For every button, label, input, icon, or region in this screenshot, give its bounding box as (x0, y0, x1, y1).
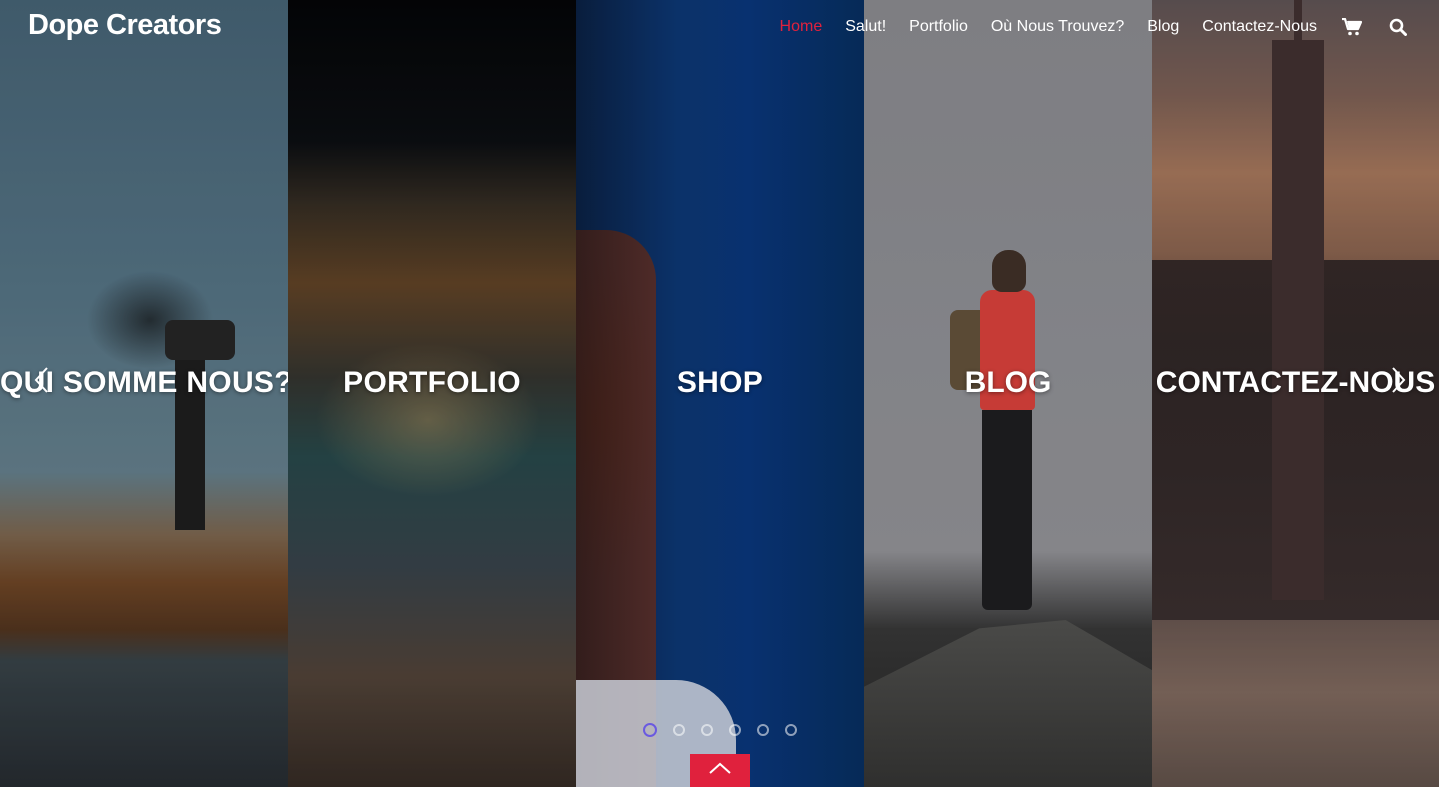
nav-item-ou-nous-trouvez[interactable]: Où Nous Trouvez? (991, 18, 1124, 36)
chevron-right-icon[interactable] (1388, 366, 1408, 394)
nav-item-contactez-nous[interactable]: Contactez-Nous (1202, 18, 1317, 36)
slider-dot[interactable] (701, 724, 713, 736)
hiker-image (950, 250, 1060, 620)
panel-portfolio[interactable]: PORTFOLIO (288, 0, 576, 787)
search-icon[interactable] (1387, 16, 1409, 38)
panel-title-overlay[interactable]: BLOG (864, 366, 1152, 400)
nav-item-portfolio[interactable]: Portfolio (909, 18, 968, 36)
panel-title[interactable]: PORTFOLIO (288, 366, 576, 400)
site-logo[interactable]: Dope Creators (28, 9, 222, 42)
chevron-up-icon (708, 761, 732, 780)
nav-item-blog[interactable]: Blog (1147, 18, 1179, 36)
slider-dot[interactable] (643, 723, 657, 737)
chevron-left-icon[interactable] (32, 366, 52, 394)
slider-dot[interactable] (785, 724, 797, 736)
cart-icon[interactable] (1341, 16, 1363, 38)
nav-item-salut[interactable]: Salut! (845, 18, 886, 36)
slider-dot[interactable] (673, 724, 685, 736)
nav-item-home[interactable]: Home (780, 18, 823, 36)
scroll-to-top-button[interactable] (690, 754, 750, 787)
site-header: Dope Creators Home Salut! Portfolio Où N… (0, 0, 1439, 56)
empire-state-building-image (1272, 0, 1324, 600)
slider-dot[interactable] (757, 724, 769, 736)
slider-dot[interactable] (729, 724, 741, 736)
slider-pagination (643, 723, 813, 737)
main-nav: Home Salut! Portfolio Où Nous Trouvez? B… (757, 16, 1409, 38)
